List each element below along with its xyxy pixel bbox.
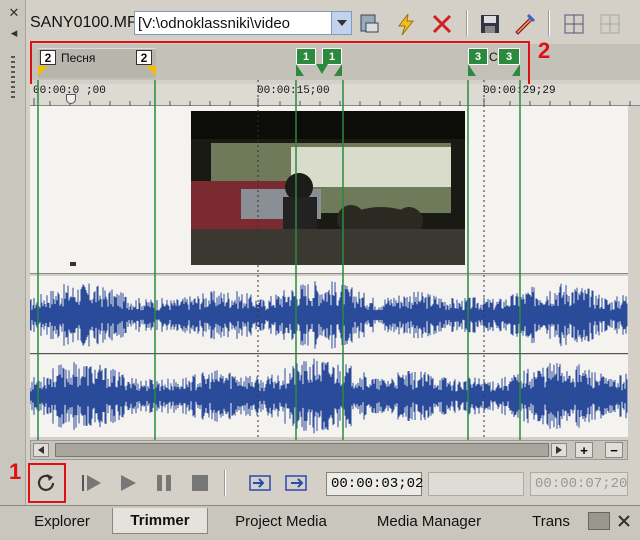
toolbar-separator-2 [548, 10, 550, 36]
timeline-ruler[interactable]: 00:00:0 ;00 00:00:15;00 00:00:29;29 [30, 84, 640, 106]
selection-length-field[interactable] [428, 472, 524, 496]
tab-explorer[interactable]: Explorer [16, 508, 108, 534]
toolbar-separator [466, 10, 468, 36]
ruler-tick-0b: ;00 [86, 85, 106, 97]
close-icon-bottom[interactable] [614, 512, 634, 530]
save-icon[interactable] [478, 12, 502, 36]
annotation-label-1: 1 [9, 459, 22, 484]
end-time-field[interactable]: 00:00:07;20 [530, 472, 628, 496]
stop-button[interactable] [188, 471, 212, 495]
annotation-label-2: 2 [538, 38, 551, 63]
scroll-left-icon[interactable] [33, 443, 49, 457]
annotation-box-1 [28, 463, 66, 503]
path-combobox[interactable]: [V:\odnoklassniki\video [134, 11, 352, 35]
pause-button[interactable] [152, 471, 176, 495]
ruler-tick-1: 00:00:15;00 [257, 85, 330, 97]
zoom-in-button[interactable]: + [575, 442, 593, 458]
audio-track-left[interactable] [29, 276, 628, 354]
auto-preview-icon[interactable] [358, 12, 382, 36]
annotation-box-2 [30, 41, 530, 89]
go-to-out-button[interactable] [284, 471, 308, 495]
chevron-down-icon[interactable] [331, 12, 351, 34]
grid-disabled-icon [598, 12, 622, 36]
tab-scroll-button[interactable] [588, 512, 610, 530]
play-from-start-button[interactable] [80, 471, 104, 495]
envelope-point[interactable] [70, 262, 76, 266]
current-time-field[interactable]: 00:00:03;02 [326, 472, 423, 496]
tab-project-media[interactable]: Project Media [218, 508, 344, 534]
video-thumbnail [191, 111, 465, 265]
waveform [29, 281, 628, 349]
transport-separator [224, 470, 226, 496]
close-icon[interactable]: ✕ [6, 5, 22, 20]
ruler-tick-2: 00:00:29;29 [483, 85, 556, 97]
scroll-right-icon[interactable] [551, 443, 567, 457]
waveform [29, 358, 628, 434]
path-value: [V:\odnoklassniki\video [138, 15, 291, 32]
edit-icon[interactable] [512, 12, 536, 36]
tab-transitions[interactable]: Trans [518, 508, 584, 534]
tab-media-manager[interactable]: Media Manager [356, 508, 502, 534]
scroll-thumb[interactable] [55, 443, 549, 457]
file-name-label: SANY0100.MP4 [30, 14, 147, 31]
grip-handle[interactable] [11, 56, 15, 100]
horizontal-scrollbar[interactable]: + − [30, 440, 628, 460]
pin-icon[interactable]: ◂ [6, 25, 22, 40]
go-to-in-button[interactable] [248, 471, 272, 495]
audio-track-right[interactable] [29, 355, 628, 437]
tab-trimmer[interactable]: Trimmer [112, 508, 208, 534]
delete-icon[interactable] [430, 12, 454, 36]
play-button[interactable] [116, 471, 140, 495]
lightning-icon[interactable] [394, 12, 418, 36]
playhead-handle[interactable] [66, 94, 76, 104]
zoom-out-button[interactable]: − [605, 442, 623, 458]
grid-icon[interactable] [562, 12, 586, 36]
